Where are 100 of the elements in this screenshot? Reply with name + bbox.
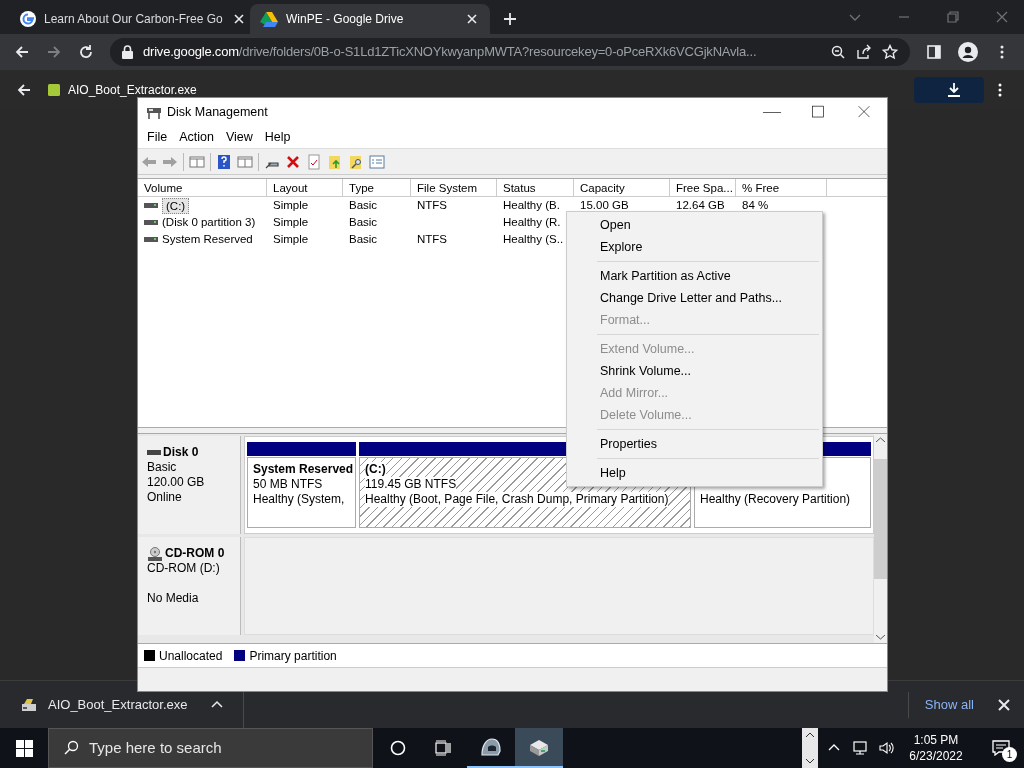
lock-icon [122, 45, 133, 59]
menu-item[interactable]: Action [173, 128, 220, 147]
show-all-link[interactable]: Show all [924, 694, 974, 715]
close-icon[interactable] [996, 696, 1012, 713]
profile-icon[interactable] [958, 42, 978, 62]
column-header[interactable]: Layout [267, 179, 343, 196]
partition-status: Healthy (System, [253, 492, 345, 507]
table-cell-text: Simple [273, 215, 309, 230]
helmet-icon[interactable] [479, 735, 503, 759]
google-icon [20, 11, 36, 27]
taskbar-app[interactable] [515, 728, 563, 768]
download-file-name[interactable]: AIO_Boot_Extractor.exe [48, 694, 188, 715]
restore-icon[interactable] [945, 9, 961, 25]
checklist-icon[interactable] [306, 153, 322, 170]
scroll-up-icon[interactable] [876, 437, 885, 442]
partition-status: Healthy (Boot, Page File, Crash Dump, Primary Partition) [365, 492, 669, 507]
browser-tab[interactable]: Learn About Our Carbon-Free Go [10, 4, 250, 34]
forward-arrow-icon[interactable] [46, 44, 62, 60]
scroll-up-icon[interactable] [806, 732, 814, 737]
menu-item[interactable]: View [219, 128, 259, 147]
partition-block[interactable]: System Reserved 50 MB NTFS Healthy (System, [247, 457, 356, 528]
table-cell-text: NTFS [417, 232, 448, 247]
legend-label: Unallocated [159, 647, 223, 665]
tab-title: WinPE - Google Drive [286, 11, 405, 28]
star-icon[interactable] [882, 44, 898, 60]
disk-name: CD-ROM 0 [165, 546, 225, 561]
table-cell-text: (Disk 0 partition 3) [162, 215, 256, 230]
partition-name: System Reserved [253, 462, 353, 477]
table-cell-text: Simple [273, 198, 309, 213]
table-cell-text: System Reserved [162, 232, 253, 247]
new-tab-icon[interactable] [502, 11, 518, 27]
address-field[interactable]: drive.google.com/drive/folders/0B-o-S1Ld1ZTicXNOYkwyanpMWTA?resourcekey=0-oPceRXk6VCGjkNAvla... [110, 38, 910, 66]
column-header[interactable]: File System [411, 179, 497, 196]
scrollbar-thumb[interactable] [874, 458, 887, 579]
disk-info: CD-ROM (D:) [147, 561, 221, 576]
legend-label: Primary partition [249, 647, 337, 665]
table-cell-text: Basic [349, 215, 378, 230]
column-header[interactable]: Type [343, 179, 411, 196]
panel-icon[interactable] [189, 153, 205, 170]
share-icon[interactable] [856, 44, 872, 60]
scroll-down-icon[interactable] [876, 635, 885, 640]
context-menu-item[interactable]: Mark Partition as Active [567, 265, 822, 287]
volume-icon[interactable] [878, 740, 894, 756]
help-icon[interactable] [216, 153, 232, 170]
folder-search-icon[interactable] [348, 153, 364, 170]
notification-button[interactable]: 1 [978, 728, 1024, 768]
cortana-icon[interactable] [390, 740, 406, 756]
context-menu-item[interactable]: Explore [567, 236, 822, 258]
zoom-icon[interactable] [830, 44, 846, 60]
disk-label-panel[interactable]: Disk 0 Basic 120.00 GB Online [138, 436, 241, 534]
search-icon[interactable] [63, 740, 79, 756]
table-cell-text: Healthy (S.. [503, 232, 564, 247]
search-field[interactable]: Type here to search [48, 728, 373, 768]
download-icon[interactable] [946, 82, 962, 98]
partition-name: (C:) [365, 462, 386, 477]
partition-status: Healthy (Recovery Partition) [700, 492, 851, 507]
cd-drive-icon [147, 546, 163, 561]
reload-icon[interactable] [78, 44, 94, 60]
back-arrow-icon[interactable] [14, 44, 30, 60]
table-cell-text: 15.00 GB [580, 198, 629, 213]
file-icon [48, 84, 60, 96]
table-cell: (C:) [162, 197, 190, 214]
windows-start-icon[interactable] [15, 739, 33, 757]
column-header[interactable]: Capacity [574, 179, 670, 196]
table-cell-text: Healthy (R. [503, 215, 561, 230]
context-menu-item[interactable]: Change Drive Letter and Paths... [567, 287, 822, 309]
delete-icon[interactable] [285, 153, 301, 170]
context-menu-item[interactable]: Properties [567, 433, 822, 455]
clock-date: 6/23/2022 [909, 748, 963, 764]
column-header[interactable]: Free Spa... [670, 179, 736, 196]
task-view-icon[interactable] [435, 740, 451, 756]
scrollbar[interactable] [874, 434, 887, 643]
disk-management-icon [146, 105, 162, 120]
menu-item[interactable]: Help [258, 128, 297, 147]
window-title: Disk Management [167, 104, 268, 122]
scroll-down-icon[interactable] [806, 759, 814, 764]
network-icon[interactable] [852, 740, 868, 756]
context-menu-item[interactable]: Open [567, 214, 822, 236]
context-menu-item[interactable]: Shrink Volume... [567, 360, 822, 382]
drive-icon [144, 219, 158, 226]
column-header[interactable]: Volume [138, 179, 267, 196]
table-cell-text: Basic [349, 232, 378, 247]
folder-up-icon[interactable] [327, 153, 343, 170]
disk-info: Basic [147, 460, 178, 475]
table-cell-text: 12.64 GB [676, 198, 725, 213]
disk-info: 120.00 GB [147, 475, 206, 490]
scroll-arrows[interactable] [802, 728, 818, 768]
clock-time: 1:05 PM [913, 732, 959, 748]
back-arrow-icon[interactable] [16, 82, 32, 98]
column-header[interactable]: Status [497, 179, 574, 196]
browser-tab[interactable]: WinPE - Google Drive [250, 4, 490, 34]
disk-info: No Media [147, 591, 200, 606]
url-text: drive.google.com/drive/folders/0B-o-S1Ld1ZTicXNOYkwyanpMWTA?resourcekey=0-oPceRXk6VCGjkNAvla... [143, 43, 758, 62]
menu-item[interactable]: File [141, 128, 174, 147]
column-header[interactable]: % Free [736, 179, 827, 196]
side-panel-icon[interactable] [926, 44, 942, 60]
partition-size: 119.45 GB NTFS [365, 477, 457, 492]
disk-label-panel[interactable]: CD-ROM 0 CD-ROM (D:) No Media [138, 537, 241, 635]
table-cell-text: NTFS [417, 198, 448, 213]
panel-icon[interactable] [237, 153, 253, 170]
